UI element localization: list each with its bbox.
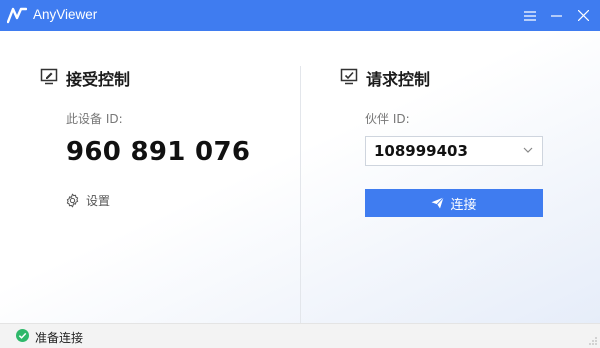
receive-control-title: 接受控制 xyxy=(66,70,131,89)
request-control-title: 请求控制 xyxy=(366,70,431,89)
title-bar: AnyViewer xyxy=(0,0,600,31)
settings-label: 设置 xyxy=(86,194,111,208)
connect-label: 连接 xyxy=(450,197,477,213)
chevron-down-icon[interactable] xyxy=(523,147,533,153)
device-id-label: 此设备 ID: xyxy=(66,112,123,126)
monitor-check-icon xyxy=(340,68,358,85)
send-icon xyxy=(431,197,445,209)
resize-grip-icon[interactable] xyxy=(588,336,598,346)
status-text: 准备连接 xyxy=(35,331,84,345)
app-title: AnyViewer xyxy=(33,7,98,22)
gear-icon xyxy=(66,193,79,208)
partner-id-value[interactable]: 108999403 xyxy=(374,142,468,160)
main-panel: 接受控制 此设备 ID: 960 891 076 设置 请求控制 伙伴 ID: … xyxy=(0,31,600,323)
partner-id-label: 伙伴 ID: xyxy=(365,112,410,126)
check-circle-icon xyxy=(16,329,29,342)
minimize-icon[interactable] xyxy=(541,0,571,31)
close-icon[interactable] xyxy=(568,0,598,31)
app-logo-icon xyxy=(7,7,27,24)
device-id-value: 960 891 076 xyxy=(66,137,251,167)
partner-id-combobox[interactable]: 108999403 xyxy=(365,136,543,166)
monitor-pen-icon xyxy=(40,68,58,85)
status-bar: 准备连接 xyxy=(0,323,600,348)
connect-button[interactable]: 连接 xyxy=(365,189,543,217)
settings-button[interactable]: 设置 xyxy=(65,192,110,209)
panel-divider xyxy=(300,66,301,323)
